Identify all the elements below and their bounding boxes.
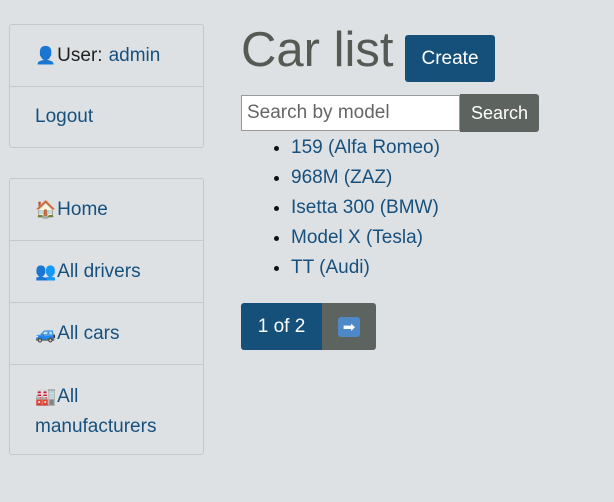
sidebar-item-drivers[interactable]: 👥 All drivers bbox=[10, 240, 203, 302]
sidebar-item-label: All drivers bbox=[57, 260, 141, 282]
car-icon: 🚙 bbox=[35, 323, 57, 344]
logout-link[interactable]: Logout bbox=[10, 86, 203, 147]
car-link[interactable]: Isetta 300 (BMW) bbox=[291, 197, 439, 218]
sidebar-nav: 🏠 Home 👥 All drivers 🚙 All cars 🏭All man… bbox=[9, 178, 204, 455]
sidebar-item-label: Home bbox=[57, 198, 108, 220]
sidebar-item-cars[interactable]: 🚙 All cars bbox=[10, 302, 203, 364]
factory-icon: 🏭 bbox=[35, 387, 57, 407]
sidebar-item-manufacturers[interactable]: 🏭All manufacturers bbox=[10, 364, 203, 454]
house-icon: 🏠 bbox=[35, 199, 57, 220]
user-info: 👤 User: admin bbox=[10, 25, 203, 86]
user-icon: 👤 bbox=[35, 45, 57, 66]
list-item: 968M (ZAZ) bbox=[291, 163, 440, 193]
car-link[interactable]: Model X (Tesla) bbox=[291, 227, 423, 248]
user-name-link[interactable]: admin bbox=[109, 45, 161, 67]
sidebar-item-label-wrap: 🏭All manufacturers bbox=[35, 382, 185, 442]
arrow-right-icon: ➡ bbox=[338, 316, 360, 337]
car-link[interactable]: 968M (ZAZ) bbox=[291, 167, 392, 188]
search-button[interactable]: Search bbox=[460, 94, 539, 132]
car-link[interactable]: TT (Audi) bbox=[291, 257, 370, 278]
list-item: 159 (Alfa Romeo) bbox=[291, 133, 440, 163]
next-page-button[interactable]: ➡ bbox=[322, 303, 376, 350]
car-list: 159 (Alfa Romeo) 968M (ZAZ) Isetta 300 (… bbox=[251, 133, 440, 283]
user-label: User: bbox=[57, 44, 103, 66]
create-button[interactable]: Create bbox=[405, 35, 495, 82]
users-icon: 👥 bbox=[35, 261, 57, 282]
user-panel: 👤 User: admin Logout bbox=[9, 24, 204, 148]
car-link[interactable]: 159 (Alfa Romeo) bbox=[291, 137, 440, 158]
page-title: Car list bbox=[241, 23, 394, 77]
page-indicator: 1 of 2 bbox=[241, 303, 322, 350]
list-item: Isetta 300 (BMW) bbox=[291, 193, 440, 223]
pagination: 1 of 2 ➡ bbox=[241, 303, 376, 350]
list-item: Model X (Tesla) bbox=[291, 223, 440, 253]
sidebar-item-home[interactable]: 🏠 Home bbox=[10, 179, 203, 240]
search-input[interactable] bbox=[241, 95, 460, 131]
sidebar-item-label: All cars bbox=[57, 322, 120, 344]
list-item: TT (Audi) bbox=[291, 253, 440, 283]
